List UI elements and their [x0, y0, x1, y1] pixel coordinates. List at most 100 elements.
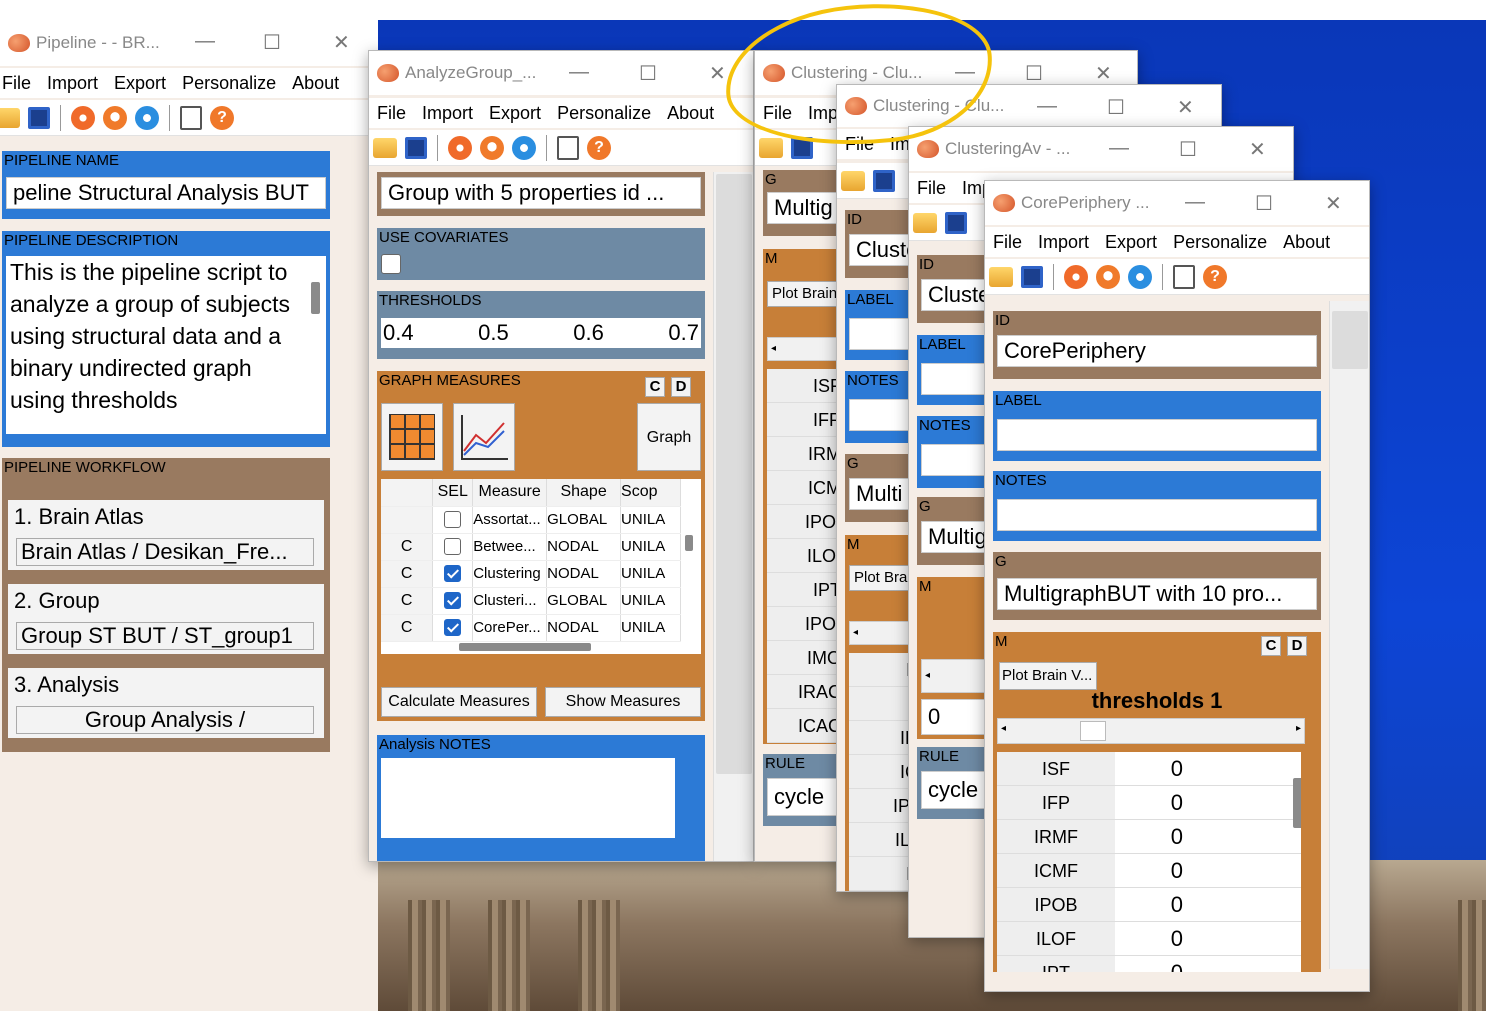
twitter-icon[interactable]: [135, 105, 159, 130]
plot-brain-button[interactable]: Plot Brain: [767, 281, 843, 307]
threshold-slider[interactable]: ◂ ▸: [997, 718, 1305, 744]
help-icon[interactable]: ?: [587, 135, 611, 160]
maximize-icon[interactable]: ☐: [1255, 191, 1273, 216]
table-vertical-scrollbar[interactable]: [1293, 778, 1301, 828]
open-folder-icon[interactable]: [989, 266, 1013, 287]
table-vertical-scrollbar[interactable]: [685, 535, 693, 551]
minimize-icon[interactable]: —: [1037, 95, 1057, 118]
minimize-icon[interactable]: —: [195, 30, 215, 53]
forum-icon[interactable]: [1096, 264, 1120, 289]
close-icon[interactable]: ✕: [1095, 61, 1112, 86]
minimize-icon[interactable]: —: [1109, 137, 1129, 160]
table-row[interactable]: ISF 0: [997, 752, 1301, 786]
analysis-notes-field[interactable]: [381, 758, 675, 838]
sel-checkbox[interactable]: [444, 537, 462, 555]
rule-field[interactable]: cycle: [767, 778, 843, 816]
pipeline-description-field[interactable]: This is the pipeline script to analyze a…: [6, 256, 326, 434]
twitter-icon[interactable]: [512, 135, 536, 160]
save-icon[interactable]: [405, 136, 427, 159]
table-row[interactable]: ICMF 0: [997, 854, 1301, 888]
close-icon[interactable]: ✕: [1177, 95, 1194, 120]
table-row[interactable]: C Clusteri... GLOBAL UNILA: [381, 587, 681, 615]
core-periphery-titlebar[interactable]: CorePeriphery ... — ☐ ✕: [985, 181, 1369, 225]
maximize-icon[interactable]: ☐: [1025, 61, 1043, 86]
table-view-button[interactable]: [381, 403, 443, 471]
graph-button[interactable]: Graph: [637, 403, 701, 471]
minimize-icon[interactable]: —: [1185, 191, 1205, 214]
open-folder-icon[interactable]: [759, 137, 783, 158]
notes-field[interactable]: [997, 499, 1317, 531]
menu-about[interactable]: About: [1283, 232, 1330, 253]
menu-import[interactable]: Import: [422, 103, 473, 124]
sel-checkbox[interactable]: [444, 510, 462, 528]
table-row[interactable]: IPT 0: [997, 956, 1301, 972]
d-button[interactable]: D: [671, 377, 691, 397]
help-icon[interactable]: ?: [210, 105, 234, 130]
close-icon[interactable]: ✕: [1325, 191, 1342, 216]
pipeline-titlebar[interactable]: Pipeline - - BR... — ☐ ✕: [0, 20, 378, 66]
menu-file[interactable]: File: [2, 73, 31, 94]
maximize-icon[interactable]: ☐: [263, 30, 281, 55]
menu-export[interactable]: Export: [114, 73, 166, 94]
sel-checkbox[interactable]: [444, 564, 462, 582]
rule-field[interactable]: cycle: [921, 771, 993, 809]
menu-file[interactable]: File: [377, 103, 406, 124]
label-field[interactable]: [921, 363, 993, 395]
id-field[interactable]: CorePeriphery: [997, 335, 1317, 367]
analyze-titlebar[interactable]: AnalyzeGroup_... — ☐ ✕: [369, 51, 753, 95]
notes-field[interactable]: [921, 444, 993, 476]
twitter-icon[interactable]: [1128, 264, 1152, 289]
menu-file[interactable]: File: [917, 178, 946, 199]
close-icon[interactable]: ✕: [1249, 137, 1266, 162]
menu-about[interactable]: About: [667, 103, 714, 124]
d-button[interactable]: D: [1287, 636, 1307, 656]
table-row[interactable]: IPOB 0: [997, 888, 1301, 922]
graph-field[interactable]: Multig: [921, 521, 993, 553]
menu-export[interactable]: Export: [1105, 232, 1157, 253]
column-header[interactable]: Scop: [620, 479, 681, 507]
show-measures-button[interactable]: Show Measures: [545, 687, 701, 717]
plot-brain-view-button[interactable]: Plot Brain V...: [999, 662, 1097, 690]
c-button[interactable]: C: [645, 377, 665, 397]
save-icon[interactable]: [28, 106, 50, 129]
pipeline-name-field[interactable]: peline Structural Analysis BUT: [6, 177, 326, 209]
license-icon[interactable]: [1173, 264, 1195, 289]
window-vertical-scrollbar[interactable]: [1329, 301, 1369, 969]
table-row[interactable]: Assortat... GLOBAL UNILA: [381, 506, 681, 534]
menu-personalize[interactable]: Personalize: [557, 103, 651, 124]
menu-file[interactable]: File: [993, 232, 1022, 253]
globe-icon[interactable]: [1064, 264, 1088, 289]
open-folder-icon[interactable]: [841, 170, 865, 191]
column-header[interactable]: Measure: [472, 479, 548, 507]
menu-personalize[interactable]: Personalize: [1173, 232, 1267, 253]
table-row[interactable]: C Clustering NODAL UNILA: [381, 560, 681, 588]
table-horizontal-scrollbar[interactable]: [459, 643, 591, 651]
graph-field[interactable]: Multig: [767, 192, 843, 224]
group-analysis-button[interactable]: Group Analysis /: [16, 706, 314, 734]
maximize-icon[interactable]: ☐: [639, 61, 657, 86]
table-row[interactable]: C Betwee... NODAL UNILA: [381, 533, 681, 561]
maximize-icon[interactable]: ☐: [1107, 95, 1125, 120]
group-field[interactable]: Group with 5 properties id ...: [381, 177, 701, 209]
group-button[interactable]: Group ST BUT / ST_group1: [16, 622, 314, 650]
open-folder-icon[interactable]: [913, 212, 937, 233]
close-icon[interactable]: ✕: [709, 61, 726, 86]
table-row[interactable]: IRMF 0: [997, 820, 1301, 854]
brain-atlas-button[interactable]: Brain Atlas / Desikan_Fre...: [16, 538, 314, 566]
window-vertical-scrollbar[interactable]: [713, 172, 753, 861]
horizontal-scrollbar[interactable]: ◂: [767, 337, 843, 361]
menu-personalize[interactable]: Personalize: [182, 73, 276, 94]
plot-view-button[interactable]: [453, 403, 515, 471]
calculate-measures-button[interactable]: Calculate Measures: [381, 687, 537, 717]
menu-import[interactable]: Import: [47, 73, 98, 94]
minimize-icon[interactable]: —: [569, 61, 589, 84]
column-header[interactable]: SEL: [432, 479, 474, 507]
id-field[interactable]: Cluste: [921, 279, 993, 311]
close-icon[interactable]: ✕: [333, 30, 350, 55]
table-row[interactable]: ILOF 0: [997, 922, 1301, 956]
menu-import[interactable]: Import: [1038, 232, 1089, 253]
c-button[interactable]: C: [1261, 636, 1281, 656]
license-icon[interactable]: [557, 135, 579, 160]
horizontal-scrollbar[interactable]: ◂: [921, 659, 993, 693]
maximize-icon[interactable]: ☐: [1179, 137, 1197, 162]
